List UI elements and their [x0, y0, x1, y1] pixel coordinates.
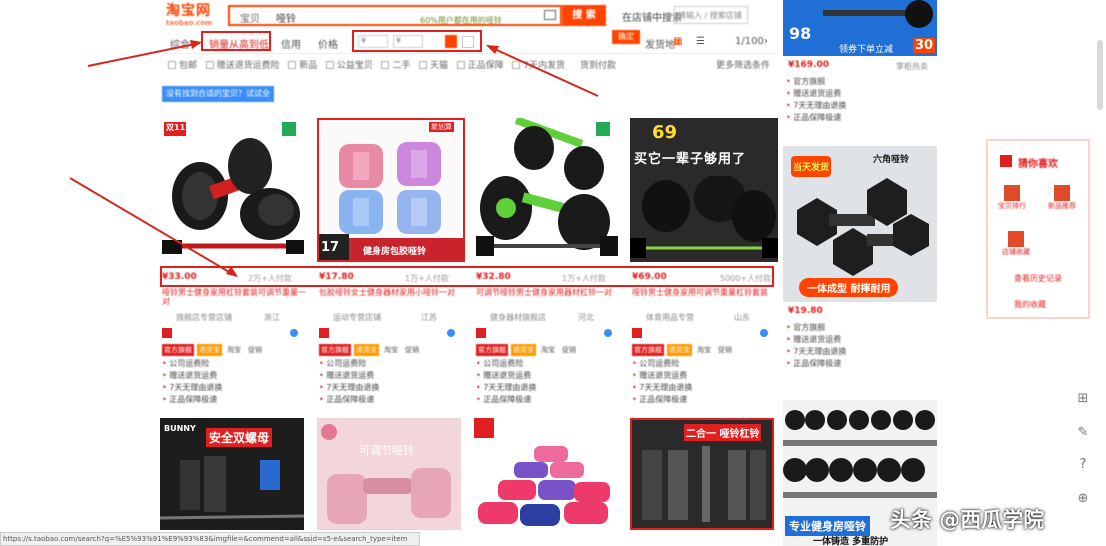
watermark: 头条 @西瓜学院 [890, 508, 1045, 532]
status-url: https://s.taobao.com/search?q=%E5%93%91%… [0, 532, 420, 546]
annotation-arrows [69, 40, 599, 277]
